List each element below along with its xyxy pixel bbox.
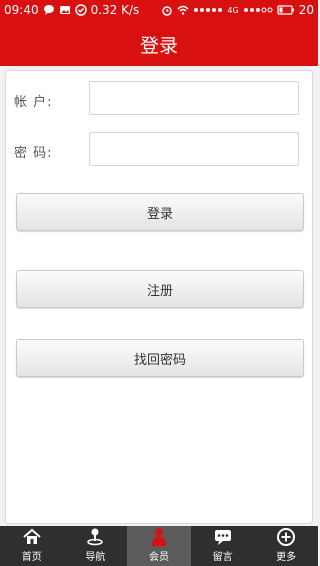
recover-password-button[interactable]: 找回密码 (16, 339, 304, 377)
account-row: 帐 户: (6, 81, 312, 119)
tab-member[interactable]: 会员 (127, 526, 191, 566)
tab-home[interactable]: 首页 (0, 526, 64, 566)
tab-navigation[interactable]: 导航 (64, 526, 128, 566)
chat-icon (43, 4, 55, 16)
tab-label: 首页 (21, 552, 42, 563)
status-right: 4G 20 (161, 3, 314, 17)
image-icon (59, 4, 71, 16)
register-button[interactable]: 注册 (16, 270, 304, 308)
password-row: 密 码: (6, 132, 312, 170)
page-title: 登录 (139, 34, 178, 57)
tab-label: 留言 (212, 552, 233, 563)
home-icon (23, 528, 41, 544)
signal-dots-2-icon (243, 4, 273, 16)
tab-label: 导航 (85, 552, 106, 563)
signal-dots-icon (193, 4, 223, 16)
battery-icon (277, 4, 295, 16)
tab-message[interactable]: 留言 (191, 526, 255, 566)
status-time: 09:40 (4, 3, 39, 17)
tab-label: 更多 (276, 552, 297, 563)
account-label: 帐 户: (14, 95, 53, 110)
message-icon (214, 530, 231, 545)
account-input[interactable] (89, 81, 299, 115)
status-bar: 09:40 0.32 K/s 4G 20 (0, 0, 318, 22)
tab-more[interactable]: 更多 (254, 526, 318, 566)
status-speed: 0.32 K/s (90, 3, 140, 17)
wifi-icon (177, 4, 189, 16)
more-icon (277, 528, 296, 546)
login-panel: 帐 户: 密 码: 登录 注册 找回密码 (5, 70, 313, 524)
alarm-icon (161, 4, 173, 16)
password-input[interactable] (89, 132, 299, 166)
member-icon (151, 528, 166, 546)
bottom-tab-bar: 首页 导航 会员 留言 更多 (0, 526, 318, 566)
login-button[interactable]: 登录 (16, 193, 304, 231)
navigation-icon (87, 528, 104, 546)
check-circle-icon (74, 4, 87, 16)
status-left: 09:40 0.32 K/s (4, 3, 139, 17)
header-bar: 登录 (0, 22, 318, 66)
password-label: 密 码: (14, 146, 53, 161)
tab-label: 会员 (148, 552, 169, 563)
battery-level: 20 (298, 3, 314, 17)
network-type: 4G (227, 5, 239, 15)
